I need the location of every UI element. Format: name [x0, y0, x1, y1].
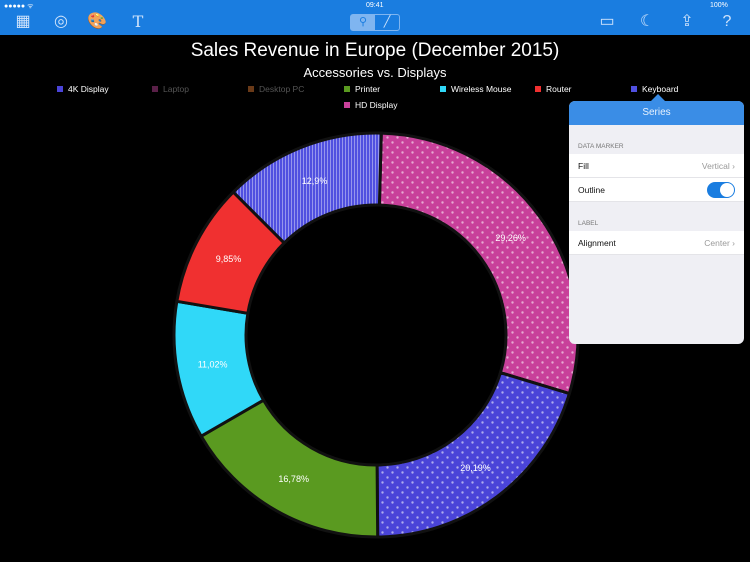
slice-label: 29,26%: [495, 233, 526, 243]
chevron-right-icon: ›: [732, 160, 735, 171]
slice-label: 12,9%: [302, 176, 328, 186]
alignment-row[interactable]: Alignment Center ›: [569, 231, 744, 255]
slice-label: 20,19%: [460, 463, 491, 473]
slice-4k-display[interactable]: [375, 370, 572, 539]
slice-hd-display[interactable]: [377, 131, 580, 396]
series-popover: Series DATA MARKER Fill Vertical › Outlin…: [569, 101, 744, 344]
section-data-marker: DATA MARKER: [578, 143, 624, 150]
slice-label: 11,02%: [198, 359, 228, 369]
outline-label: Outline: [578, 184, 605, 195]
alignment-value: Center: [704, 237, 730, 248]
alignment-label: Alignment: [578, 237, 616, 248]
popover-arrow: [651, 94, 665, 101]
popover-title: Series: [569, 101, 744, 125]
outline-row: Outline: [569, 178, 744, 202]
section-label: LABEL: [578, 220, 599, 227]
outline-toggle[interactable]: [707, 181, 735, 198]
fill-row[interactable]: Fill Vertical ›: [569, 154, 744, 178]
chevron-right-icon: ›: [732, 237, 735, 248]
fill-value: Vertical: [701, 160, 730, 171]
slice-label: 9,85%: [216, 254, 242, 264]
fill-label: Fill: [578, 160, 589, 171]
slice-label: 16,78%: [278, 474, 309, 484]
